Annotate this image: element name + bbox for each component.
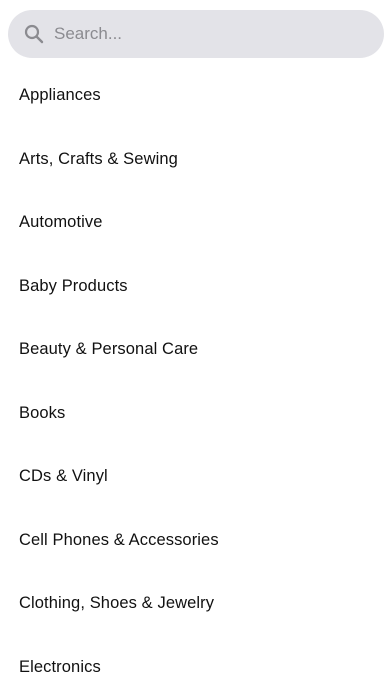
category-item-books[interactable]: Books xyxy=(0,382,392,446)
search-input[interactable] xyxy=(54,24,354,44)
category-item-baby-products[interactable]: Baby Products xyxy=(0,255,392,319)
category-item-beauty-personal-care[interactable]: Beauty & Personal Care xyxy=(0,318,392,382)
search-icon xyxy=(24,24,44,44)
category-item-clothing-shoes-jewelry[interactable]: Clothing, Shoes & Jewelry xyxy=(0,572,392,636)
category-item-appliances[interactable]: Appliances xyxy=(0,64,392,128)
category-item-arts-crafts-sewing[interactable]: Arts, Crafts & Sewing xyxy=(0,128,392,192)
category-item-cell-phones-accessories[interactable]: Cell Phones & Accessories xyxy=(0,509,392,573)
category-item-electronics[interactable]: Electronics xyxy=(0,636,392,699)
category-list: Appliances Arts, Crafts & Sewing Automot… xyxy=(0,64,392,699)
search-bar[interactable] xyxy=(8,10,384,58)
category-item-cds-vinyl[interactable]: CDs & Vinyl xyxy=(0,445,392,509)
category-item-automotive[interactable]: Automotive xyxy=(0,191,392,255)
